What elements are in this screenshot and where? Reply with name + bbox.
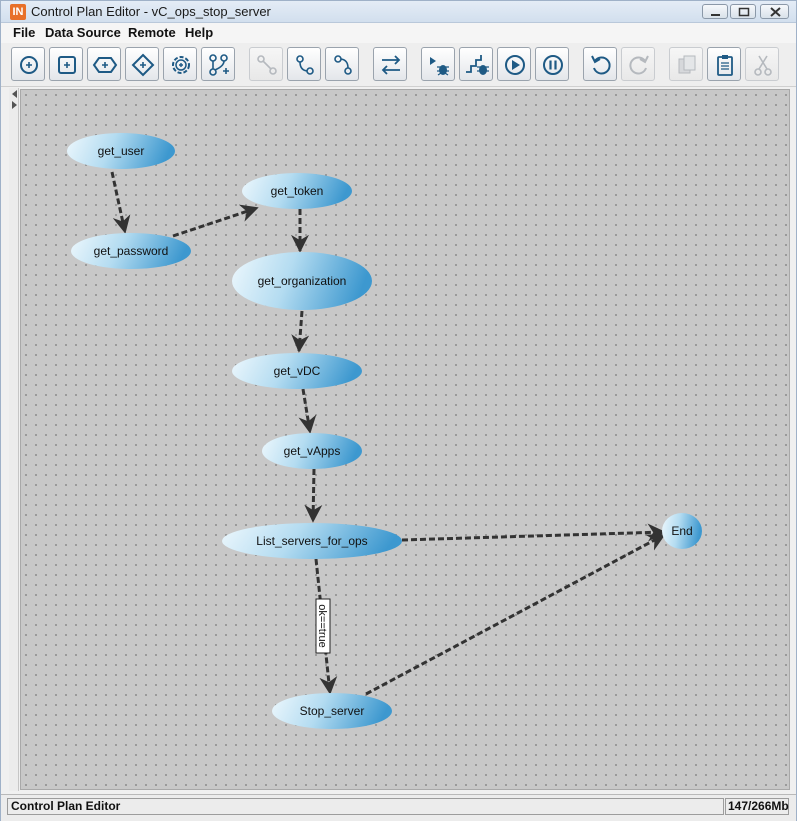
add-branch-icon (209, 54, 229, 76)
menu-bar: File Data Source Remote Help (1, 23, 796, 43)
add-branch-button[interactable] (201, 47, 235, 81)
node-get_user[interactable]: get_user (67, 133, 175, 169)
node-get_vApps[interactable]: get_vApps (262, 433, 362, 469)
link-nodes-icon (257, 55, 277, 75)
toolbar (1, 43, 796, 87)
add-task-node-icon (58, 56, 76, 74)
maximize-icon (738, 7, 750, 17)
add-decision-node-icon (131, 53, 155, 77)
link-nodes-button[interactable] (249, 47, 283, 81)
debug-run-button[interactable] (421, 47, 455, 81)
app-window: IN Control Plan Editor - vC_ops_stop_ser… (0, 0, 797, 821)
copy-icon (678, 55, 696, 74)
edge-get_organization-to-get_vDC[interactable] (291, 310, 310, 353)
pause-icon (543, 55, 563, 75)
cut-icon (754, 55, 772, 76)
undo-icon (591, 55, 611, 75)
node-get_vDC[interactable]: get_vDC (232, 353, 362, 389)
title-bar[interactable]: IN Control Plan Editor - vC_ops_stop_ser… (1, 1, 796, 23)
nodes-layer: get_user get_password get_token get_organiz… (67, 133, 702, 729)
app-logo-icon: IN (10, 4, 26, 20)
menu-data-source[interactable]: Data Source (45, 25, 121, 40)
connect-nodes-button[interactable] (287, 47, 321, 81)
play-button[interactable] (497, 47, 531, 81)
swap-direction-button[interactable] (373, 47, 407, 81)
add-gear-node-icon (172, 56, 190, 74)
copy-button[interactable] (669, 47, 703, 81)
minimize-icon (711, 14, 720, 16)
status-message: Control Plan Editor (7, 798, 724, 815)
flow-graph: ok==true get_userget_passwordget_tokenge… (67, 133, 702, 729)
edge-Stop_server-to-End[interactable] (365, 533, 666, 696)
redo-button[interactable] (621, 47, 655, 81)
node-label: get_token (271, 184, 324, 198)
play-icon (505, 55, 525, 75)
edge-get_user-to-get_password[interactable] (110, 171, 131, 234)
pause-button[interactable] (535, 47, 569, 81)
debug-run-icon (430, 57, 449, 76)
collapse-arrows-icon (12, 90, 17, 109)
edge-List_servers_for_ops-to-End[interactable] (401, 523, 666, 542)
menu-remote[interactable]: Remote (128, 25, 176, 40)
paste-icon (717, 55, 733, 76)
add-hexagon-node-icon (92, 57, 118, 73)
node-label: List_servers_for_ops (256, 534, 367, 548)
minimize-button[interactable] (702, 4, 728, 19)
close-icon (770, 7, 781, 17)
undo-button[interactable] (583, 47, 617, 81)
maximize-button[interactable] (730, 4, 756, 19)
node-label: End (671, 524, 692, 538)
edge-get_password-to-get_token[interactable] (172, 204, 259, 238)
add-hexagon-node-button[interactable] (87, 47, 121, 81)
edges-layer: ok==true (110, 171, 666, 696)
close-button[interactable] (760, 4, 789, 19)
connect-nodes-alt-button[interactable] (325, 47, 359, 81)
node-label: get_organization (258, 274, 347, 288)
node-get_password[interactable]: get_password (71, 233, 191, 269)
paste-button[interactable] (707, 47, 741, 81)
add-start-node-icon (20, 56, 38, 74)
node-get_organization[interactable]: get_organization (232, 252, 372, 310)
add-gear-node-button[interactable] (163, 47, 197, 81)
node-End[interactable]: End (662, 513, 702, 549)
add-task-node-button[interactable] (49, 47, 83, 81)
swap-direction-icon (381, 55, 401, 75)
edge-condition-label: ok==true (315, 598, 331, 654)
edge-condition-label-text: ok==true (316, 604, 328, 647)
node-get_token[interactable]: get_token (242, 173, 352, 209)
node-label: get_vDC (274, 364, 321, 378)
memory-usage: 147/266Mb (725, 798, 789, 815)
side-collapse-strip[interactable] (9, 88, 19, 791)
redo-icon (629, 55, 649, 75)
cut-button[interactable] (745, 47, 779, 81)
plan-canvas[interactable]: ok==true get_user get_password get_token ge… (20, 89, 790, 790)
node-label: Stop_server (300, 704, 365, 718)
menu-help[interactable]: Help (185, 25, 213, 40)
node-Stop_server[interactable]: Stop_server (272, 693, 392, 729)
add-start-node-button[interactable] (11, 47, 45, 81)
window-title: Control Plan Editor - vC_ops_stop_server (31, 4, 271, 19)
node-label: get_password (94, 244, 169, 258)
node-label: get_user (98, 144, 145, 158)
node-label: get_vApps (284, 444, 341, 458)
edge-get_vApps-to-List_servers_for_ops[interactable] (304, 468, 323, 523)
node-List_servers_for_ops[interactable]: List_servers_for_ops (222, 523, 402, 559)
menu-file[interactable]: File (13, 25, 35, 40)
connect-nodes-alt-icon (334, 55, 352, 75)
connect-nodes-icon (296, 55, 314, 75)
debug-step-button[interactable] (459, 47, 493, 81)
edge-get_vDC-to-get_vApps[interactable] (298, 388, 317, 434)
status-bar: Control Plan Editor 147/266Mb (1, 794, 796, 821)
debug-step-icon (466, 55, 489, 75)
add-decision-node-button[interactable] (125, 47, 159, 81)
